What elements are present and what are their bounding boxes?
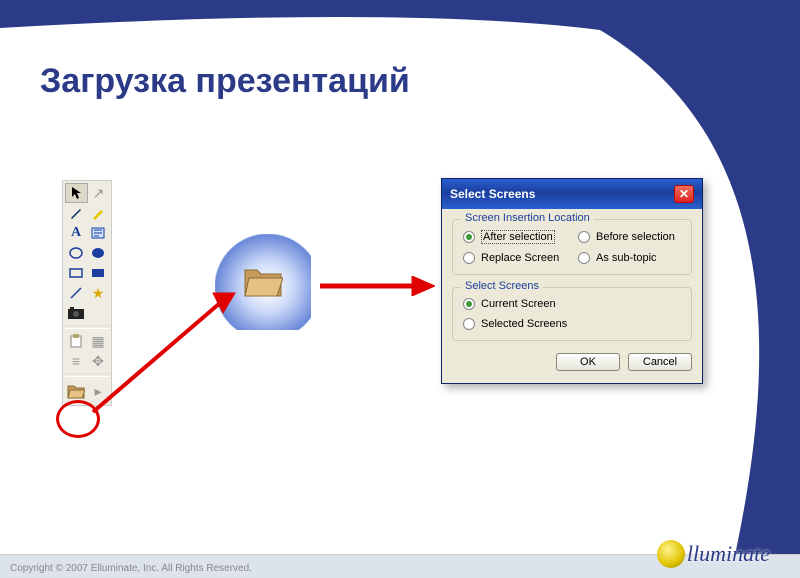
rect-outline-icon[interactable]	[65, 263, 87, 283]
logo-text: lluminate	[687, 541, 770, 567]
radio-as-sub-topic[interactable]: As sub-topic	[578, 252, 681, 264]
pointer-tool-icon[interactable]	[65, 183, 88, 203]
radio-dot-icon	[463, 298, 475, 310]
clipboard-tool-icon[interactable]	[65, 331, 87, 351]
group-legend-insertion: Screen Insertion Location	[461, 212, 594, 224]
radio-dot-icon	[463, 318, 475, 330]
ok-button[interactable]: OK	[556, 353, 620, 371]
load-presentation-icon[interactable]	[65, 379, 87, 403]
radio-label: Current Screen	[481, 298, 556, 310]
highlighter-tool-icon[interactable]	[87, 203, 109, 223]
dialog-title: Select Screens	[450, 187, 535, 201]
radio-dot-icon	[578, 252, 590, 264]
cancel-button[interactable]: Cancel	[628, 353, 692, 371]
radio-replace-screen[interactable]: Replace Screen	[463, 252, 566, 264]
radio-selected-screens[interactable]: Selected Screens	[463, 318, 681, 330]
ellipse-outline-icon[interactable]	[65, 243, 87, 263]
rect-fill-icon[interactable]	[87, 263, 109, 283]
slide-title: Загрузка презентаций	[40, 62, 410, 101]
pen-tool-icon[interactable]	[65, 203, 87, 223]
text-tool-icon[interactable]: A	[65, 223, 87, 243]
copyright-text: Copyright © 2007 Elluminate, Inc. All Ri…	[10, 563, 252, 574]
select-screens-dialog: Select Screens ✕ Screen Insertion Locati…	[441, 178, 703, 384]
radio-label: After selection	[481, 230, 555, 244]
ellipse-fill-icon[interactable]	[87, 243, 109, 263]
radio-before-selection[interactable]: Before selection	[578, 230, 681, 244]
screen-insertion-group: Screen Insertion Location After selectio…	[452, 219, 692, 275]
radio-label: Selected Screens	[481, 318, 567, 330]
close-icon[interactable]: ✕	[674, 185, 694, 203]
lightbulb-icon	[657, 540, 685, 568]
arrow-1	[85, 285, 245, 420]
stack-tool-icon[interactable]: ≡	[65, 351, 87, 371]
dialog-titlebar: Select Screens ✕	[442, 179, 702, 209]
radio-dot-icon	[463, 252, 475, 264]
radio-current-screen[interactable]: Current Screen	[463, 298, 681, 310]
radio-label: Replace Screen	[481, 252, 559, 264]
select-screens-group: Select Screens Current Screen Selected S…	[452, 287, 692, 341]
elluminate-logo: lluminate	[657, 540, 770, 568]
radio-dot-icon	[463, 231, 475, 243]
radio-label: As sub-topic	[596, 252, 657, 264]
textbox-tool-icon[interactable]	[87, 223, 109, 243]
group-legend-select: Select Screens	[461, 280, 543, 292]
selection-tool-icon[interactable]: ↗	[88, 183, 109, 203]
radio-label: Before selection	[596, 231, 675, 243]
arrow-2	[320, 276, 435, 296]
line-tool-icon[interactable]	[65, 283, 87, 303]
camera-tool-icon[interactable]	[65, 303, 87, 323]
radio-after-selection[interactable]: After selection	[463, 230, 566, 244]
radio-dot-icon	[578, 231, 590, 243]
